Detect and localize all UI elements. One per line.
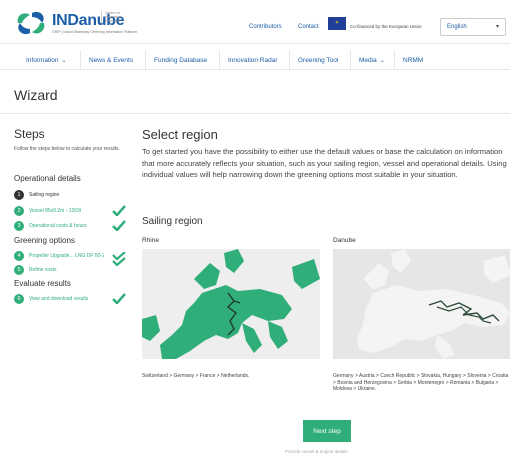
check-icon <box>112 220 126 231</box>
next-step-button[interactable]: Next step <box>303 420 351 442</box>
step-propeller-upgrade[interactable]: 4 Propeller Upgrade... LNG DF 50-25 <box>14 250 126 267</box>
step-group-title: Operational details <box>14 174 81 183</box>
main-nav: Information ⌄ News & Events Funding Datab… <box>0 50 510 70</box>
contributors-link[interactable]: Contributors <box>249 24 282 30</box>
step-label: Sailing region <box>29 191 60 198</box>
region-caption-rhine: Switzerland > Germany > France > Netherl… <box>142 373 250 379</box>
language-value: English <box>447 24 467 30</box>
eu-cofinanced-text: Co-financed by the European Union <box>350 24 422 29</box>
step-group-title: Greening options <box>14 236 75 245</box>
nav-item-media[interactable]: Media ⌄ <box>350 50 393 70</box>
step-number: 6 <box>14 293 24 304</box>
step-number: 3 <box>14 220 24 231</box>
nav-item-label: Greening Tool <box>298 56 339 64</box>
step-vessel[interactable]: 2 Vessel 85x9.2m - 1269t <box>14 205 126 216</box>
step-label: Vessel 85x9.2m - 1269t <box>29 207 82 214</box>
step-number: 5 <box>14 264 24 275</box>
region-label-rhine: Rhine <box>142 237 159 244</box>
nav-item-label: Information <box>26 56 59 64</box>
logo-subtitle: Centre for Innovative Transport <box>101 11 135 23</box>
nav-item-innovation-radar[interactable]: Innovation Radar <box>219 50 286 70</box>
step-number: 1 <box>14 189 24 200</box>
region-label-danube: Danube <box>333 237 356 244</box>
eu-flag-icon: ✶ <box>328 17 346 30</box>
step-group-title: Evaluate results <box>14 279 71 288</box>
step-refine-costs[interactable]: 5 Refine costs <box>14 264 126 275</box>
step-operational-costs[interactable]: 3 Operational costs & hours <box>14 220 126 231</box>
select-region-heading: Select region <box>142 127 218 142</box>
danube-map[interactable] <box>333 249 510 359</box>
steps-heading: Steps <box>14 127 45 141</box>
caret-down-icon: ▾ <box>495 24 499 30</box>
nav-item-label: Media <box>359 56 377 64</box>
step-view-results[interactable]: 6 View and download results <box>14 293 126 304</box>
step-label: Propeller Upgrade... LNG DF 50-25 <box>29 252 104 259</box>
nav-item-nrmm[interactable]: NRMM <box>394 50 431 70</box>
site-header: INDanube GRIP | Inland Waterway Greening… <box>0 0 510 44</box>
contact-link[interactable]: Contact <box>298 24 319 30</box>
site-logo[interactable]: INDanube GRIP | Inland Waterway Greening… <box>14 9 137 37</box>
check-icon <box>112 293 126 304</box>
nav-item-funding-database[interactable]: Funding Database <box>145 50 215 70</box>
logo-tagline: GRIP | Inland Waterway Greening Informat… <box>52 29 138 34</box>
language-select[interactable]: English ▾ <box>440 18 506 36</box>
nav-item-news-events[interactable]: News & Events <box>80 50 141 70</box>
nav-item-label: NRMM <box>403 56 424 64</box>
region-caption-danube: Germany > Austria > Czech Republic > Slo… <box>333 373 509 392</box>
sailing-region-heading: Sailing region <box>142 216 203 227</box>
step-number: 4 <box>14 250 24 261</box>
rhine-map[interactable] <box>142 249 320 359</box>
nav-item-label: Innovation Radar <box>228 56 278 64</box>
intro-text: To get started you have the possibility … <box>142 147 507 179</box>
logo-icon <box>17 11 45 35</box>
steps-description: Follow the steps below to calculate your… <box>14 146 120 152</box>
nav-item-information[interactable]: Information ⌄ <box>18 50 75 70</box>
europe-map-danube <box>357 249 510 359</box>
check-icon <box>112 205 126 216</box>
step-number: 2 <box>14 205 24 216</box>
step-label: Refine costs <box>29 266 57 273</box>
europe-map-rhine <box>142 249 320 359</box>
step-label: View and download results <box>29 295 89 302</box>
chevron-down-icon: ⌄ <box>379 57 385 64</box>
nav-item-greening-tool[interactable]: Greening Tool <box>289 50 346 70</box>
page-title: Wizard <box>14 87 58 103</box>
nav-item-label: Funding Database <box>154 56 208 64</box>
chevron-down-icon: ⌄ <box>61 57 67 64</box>
step-label: Operational costs & hours <box>29 222 87 229</box>
nav-item-label: News & Events <box>89 56 134 64</box>
divider <box>0 113 510 114</box>
next-step-hint: Provide vessel & engine details <box>285 449 348 454</box>
step-sailing-region[interactable]: 1 Sailing region <box>14 189 126 200</box>
